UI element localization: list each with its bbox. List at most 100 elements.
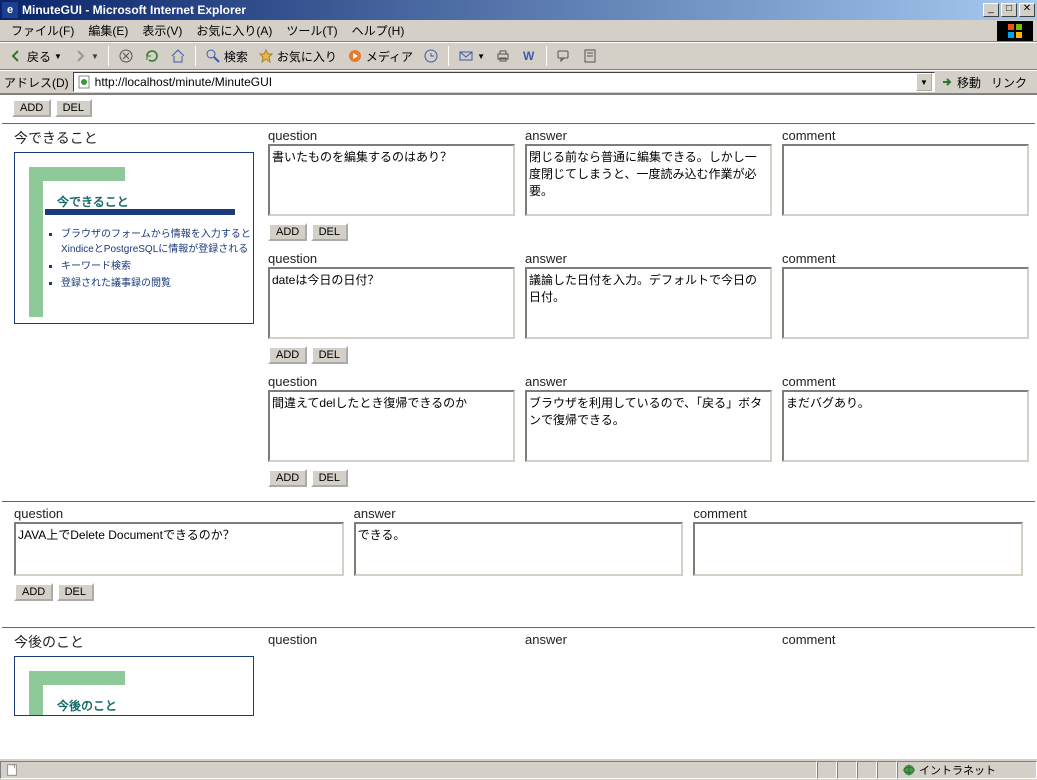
add-button[interactable]: ADD bbox=[268, 346, 307, 364]
add-button[interactable]: ADD bbox=[12, 99, 51, 117]
separator bbox=[108, 46, 109, 66]
del-button[interactable]: DEL bbox=[57, 583, 94, 601]
status-pane bbox=[837, 761, 857, 779]
slide-title: 今できること bbox=[57, 193, 129, 210]
menu-file[interactable]: ファイル(F) bbox=[4, 20, 81, 41]
status-pane bbox=[857, 761, 877, 779]
status-pane bbox=[817, 761, 837, 779]
slide-bullets: ブラウザのフォームから情報を入力するとXindiceとPostgreSQLに情報… bbox=[61, 225, 253, 291]
add-button[interactable]: ADD bbox=[268, 223, 307, 241]
del-button[interactable]: DEL bbox=[311, 469, 348, 487]
menu-favorites[interactable]: お気に入り(A) bbox=[189, 20, 279, 41]
url-text: http://localhost/minute/MinuteGUI bbox=[95, 75, 272, 89]
edit-button[interactable]: W bbox=[517, 46, 541, 66]
question-textarea[interactable] bbox=[268, 144, 515, 216]
answer-textarea[interactable] bbox=[525, 390, 772, 462]
history-button[interactable] bbox=[419, 46, 443, 66]
comment-textarea[interactable] bbox=[782, 144, 1029, 216]
del-button[interactable]: DEL bbox=[311, 346, 348, 364]
question-textarea[interactable] bbox=[268, 267, 515, 339]
research-button[interactable] bbox=[578, 46, 602, 66]
section-row: 今後のこと 今後のこと question answer comment bbox=[2, 627, 1035, 722]
answer-label: answer bbox=[525, 374, 772, 389]
comment-label: comment bbox=[782, 251, 1029, 266]
forward-button[interactable]: ▼ bbox=[68, 46, 103, 66]
slide-thumbnail[interactable]: 今後のこと bbox=[14, 656, 254, 716]
toolbar: 戻る ▼ ▼ 検索 お気に入り メディア ▼ W bbox=[0, 42, 1037, 70]
question-label: question bbox=[268, 251, 515, 266]
discuss-button[interactable] bbox=[552, 46, 576, 66]
home-button[interactable] bbox=[166, 46, 190, 66]
separator bbox=[195, 46, 196, 66]
menu-edit[interactable]: 編集(E) bbox=[81, 20, 135, 41]
comment-textarea[interactable] bbox=[782, 390, 1029, 462]
list-item: キーワード検索 bbox=[61, 257, 253, 272]
del-button[interactable]: DEL bbox=[311, 223, 348, 241]
comment-label: comment bbox=[693, 506, 1023, 521]
question-label: question bbox=[268, 632, 515, 647]
statusbar: イントラネット bbox=[0, 758, 1037, 780]
comment-label: comment bbox=[782, 374, 1029, 389]
minimize-button[interactable]: _ bbox=[983, 3, 999, 17]
windows-logo-icon bbox=[997, 21, 1033, 41]
section-row: 今できること 今できること ブラウザのフォームから情報を入力するとXindice… bbox=[2, 123, 1035, 501]
question-textarea[interactable] bbox=[268, 390, 515, 462]
answer-label: answer bbox=[525, 251, 772, 266]
menu-tools[interactable]: ツール(T) bbox=[279, 20, 344, 41]
menu-help[interactable]: ヘルプ(H) bbox=[345, 20, 412, 41]
slide-thumbnail[interactable]: 今できること ブラウザのフォームから情報を入力するとXindiceとPostgr… bbox=[14, 152, 254, 324]
stop-button[interactable] bbox=[114, 46, 138, 66]
back-label: 戻る bbox=[27, 48, 51, 65]
search-button[interactable]: 検索 bbox=[201, 46, 252, 67]
answer-label: answer bbox=[525, 128, 772, 143]
qac-row: question answer comment bbox=[268, 374, 1029, 465]
qac-row: question answer comment bbox=[268, 251, 1029, 342]
url-input[interactable]: http://localhost/minute/MinuteGUI ▼ bbox=[73, 72, 935, 92]
close-button[interactable]: ✕ bbox=[1019, 3, 1035, 17]
separator bbox=[448, 46, 449, 66]
menubar: ファイル(F) 編集(E) 表示(V) お気に入り(A) ツール(T) ヘルプ(… bbox=[0, 20, 1037, 42]
question-textarea[interactable] bbox=[14, 522, 344, 576]
answer-textarea[interactable] bbox=[525, 144, 772, 216]
maximize-button[interactable]: □ bbox=[1001, 3, 1017, 17]
comment-label: comment bbox=[782, 632, 1029, 647]
media-label: メディア bbox=[366, 48, 413, 65]
answer-textarea[interactable] bbox=[525, 267, 772, 339]
answer-label: answer bbox=[525, 632, 772, 647]
comment-textarea[interactable] bbox=[782, 267, 1029, 339]
del-button[interactable]: DEL bbox=[55, 99, 92, 117]
search-label: 検索 bbox=[224, 48, 248, 65]
section-title: 今できること bbox=[14, 128, 256, 148]
question-label: question bbox=[268, 374, 515, 389]
go-label: 移動 bbox=[957, 74, 981, 91]
media-button[interactable]: メディア bbox=[343, 46, 417, 67]
favorites-button[interactable]: お気に入り bbox=[254, 46, 341, 67]
qac-row: question answer comment bbox=[268, 632, 1029, 648]
status-zone: イントラネット bbox=[897, 761, 1037, 779]
comment-textarea[interactable] bbox=[693, 522, 1023, 576]
add-button[interactable]: ADD bbox=[268, 469, 307, 487]
slide-title: 今後のこと bbox=[57, 697, 117, 714]
refresh-button[interactable] bbox=[140, 46, 164, 66]
svg-text:W: W bbox=[523, 49, 535, 63]
window-titlebar: e MinuteGUI - Microsoft Internet Explore… bbox=[0, 0, 1037, 20]
favorites-label: お気に入り bbox=[277, 48, 337, 65]
separator bbox=[546, 46, 547, 66]
answer-textarea[interactable] bbox=[354, 522, 684, 576]
go-button[interactable]: 移動 bbox=[939, 74, 981, 91]
status-pane bbox=[877, 761, 897, 779]
status-main bbox=[0, 761, 817, 779]
add-button[interactable]: ADD bbox=[14, 583, 53, 601]
address-label: アドレス(D) bbox=[4, 74, 69, 91]
url-dropdown-icon[interactable]: ▼ bbox=[916, 73, 932, 91]
window-title: MinuteGUI - Microsoft Internet Explorer bbox=[22, 3, 981, 17]
question-label: question bbox=[14, 506, 344, 521]
back-button[interactable]: 戻る ▼ bbox=[4, 46, 66, 67]
menu-view[interactable]: 表示(V) bbox=[135, 20, 189, 41]
print-button[interactable] bbox=[491, 46, 515, 66]
mail-button[interactable]: ▼ bbox=[454, 46, 489, 66]
answer-label: answer bbox=[354, 506, 684, 521]
links-button[interactable]: リンク bbox=[985, 74, 1033, 91]
page-content[interactable]: ADD DEL 今できること 今できること ブラウザのフォームから情報を入力する… bbox=[0, 94, 1037, 758]
globe-icon bbox=[902, 763, 916, 777]
